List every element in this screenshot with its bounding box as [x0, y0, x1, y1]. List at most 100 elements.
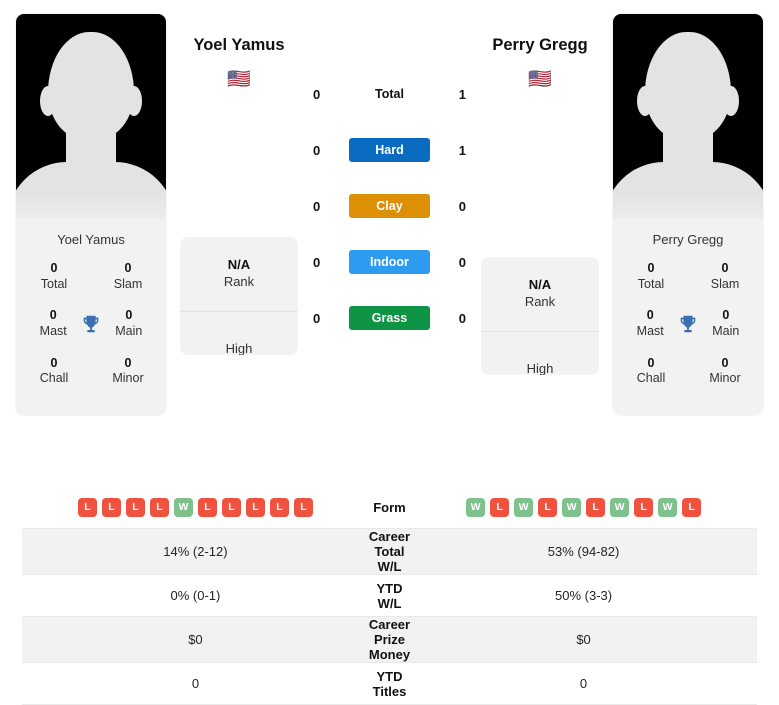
form-badge-loss: L: [125, 498, 145, 517]
info-rank: N/A Rank: [180, 237, 298, 312]
player-photo-caption-right: Perry Gregg: [613, 219, 763, 259]
info-high: High: [481, 332, 599, 375]
title-value: 0: [721, 355, 729, 370]
title-stat-mast: 0 Mast: [625, 308, 675, 339]
form-badge-loss: L: [682, 498, 702, 517]
form-badge-loss: L: [197, 498, 217, 517]
row-label: Form: [373, 500, 406, 515]
player-name-left: Yoel Yamus: [193, 36, 285, 54]
title-value: 0: [646, 308, 654, 323]
h2h-left-score: 0: [313, 198, 321, 214]
h2h-badge-clay[interactable]: Clay: [349, 194, 430, 218]
us-flag-icon: 🇺🇸: [227, 69, 251, 90]
table-row: 0 YTD Titles 0: [22, 662, 757, 705]
form-badge-win: W: [466, 498, 486, 517]
form-badge-win: W: [173, 498, 193, 517]
h2h-badge-grass[interactable]: Grass: [349, 306, 430, 330]
h2h-right-score: 0: [458, 310, 466, 326]
title-stat-slam: 0 Slam: [699, 261, 751, 292]
form-badge-loss: L: [101, 498, 121, 517]
form-badge-loss: L: [77, 498, 97, 517]
info-label: High: [526, 360, 554, 375]
title-stat-main: 0 Main: [104, 308, 154, 339]
form-cell-left: LLLLWLLLLL: [22, 487, 369, 529]
avatar-ear-right: [723, 86, 739, 116]
title-value: 0: [722, 308, 730, 323]
title-value: 0: [49, 308, 57, 323]
title-value: 0: [50, 261, 58, 275]
form-badges-right: WLWLWLWLWL: [410, 498, 757, 517]
title-stat-chall: 0 Chall: [28, 356, 80, 387]
form-badge-loss: L: [538, 498, 558, 517]
h2h-badge-hard[interactable]: Hard: [349, 138, 430, 162]
player-info-left: N/A Rank High 23 Age R Plays: [180, 237, 298, 355]
info-label: High: [225, 340, 253, 355]
player-card-left[interactable]: Yoel Yamus 0 Total 0 Slam 0 Mast 0 Main …: [16, 14, 166, 415]
title-stat-total: 0 Total: [625, 261, 677, 292]
trophy-icon: [675, 311, 700, 337]
title-label: Total: [40, 276, 68, 291]
titles-row: 0 Total 0 Slam: [22, 259, 160, 306]
h2h-row-clay: 0 Clay 0: [298, 178, 481, 234]
form-badge-loss: L: [634, 498, 654, 517]
title-value: 0: [125, 308, 133, 323]
title-label: Main: [712, 323, 740, 338]
h2h-row-grass: 0 Grass 0: [298, 290, 481, 346]
title-value: 0: [50, 355, 58, 370]
h2h-left-score: 0: [313, 254, 321, 270]
form-badge-loss: L: [269, 498, 289, 517]
h2h-row-total: 0 Total 1: [298, 66, 481, 122]
title-value: 0: [647, 261, 655, 275]
avatar-ear-left: [40, 86, 56, 116]
row-left-value: 0% (0-1): [170, 588, 221, 603]
player-name-col-left: Yoel Yamus 🇺🇸 N/A Rank High 23 Age R Pla…: [180, 8, 298, 355]
info-value: N/A: [528, 277, 552, 293]
h2h-left-score: 0: [313, 142, 321, 158]
table-row-form: LLLLWLLLLL Form WLWLWLWLWL: [22, 487, 757, 529]
title-stat-mast: 0 Mast: [28, 308, 78, 339]
form-badge-loss: L: [293, 498, 313, 517]
row-left-value: 0: [191, 676, 200, 691]
info-label: Rank: [223, 274, 255, 289]
form-badge-win: W: [610, 498, 630, 517]
form-badge-loss: L: [149, 498, 169, 517]
titles-row: 0 Chall 0 Minor: [619, 354, 757, 401]
title-stat-minor: 0 Minor: [699, 356, 751, 387]
h2h-left-score: 0: [313, 310, 321, 326]
player-name-col-right: Perry Gregg 🇺🇸 N/A Rank High 23 Age Play: [481, 8, 599, 375]
info-value: N/A: [227, 257, 251, 273]
player-info-right: N/A Rank High 23 Age Plays: [481, 257, 599, 375]
form-cell-right: WLWLWLWLWL: [410, 487, 757, 529]
form-badges-left: LLLLWLLLLL: [22, 498, 369, 517]
player-avatar-left: [16, 14, 166, 219]
info-label: Rank: [524, 294, 556, 309]
h2h-row-hard: 0 Hard 1: [298, 122, 481, 178]
title-label: Main: [115, 323, 143, 338]
title-label: Minor: [112, 371, 144, 386]
table-row: $0 Career Prize Money $0: [22, 616, 757, 663]
titles-row: 0 Mast 0 Main: [619, 306, 757, 353]
row-left-value: $0: [188, 632, 203, 647]
title-value: 0: [647, 355, 655, 370]
h2h-badge-indoor[interactable]: Indoor: [349, 250, 430, 274]
title-label: Minor: [709, 371, 741, 386]
titles-row: 0 Chall 0 Minor: [22, 354, 160, 401]
h2h-left-score: 0: [313, 86, 321, 102]
info-high: High: [180, 312, 298, 355]
player-avatar-right: [613, 14, 763, 219]
title-label: Mast: [39, 323, 67, 338]
title-label: Slam: [113, 276, 143, 291]
h2h-right-score: 0: [458, 198, 466, 214]
form-badge-loss: L: [221, 498, 241, 517]
h2h-surface-column: 0 Total 1 0 Hard 1 0 Clay 0 0 Indoor 0 0: [298, 8, 481, 346]
h2h-label-total: Total: [375, 87, 404, 101]
form-badge-win: W: [658, 498, 678, 517]
title-value: 0: [721, 261, 729, 275]
title-stat-minor: 0 Minor: [102, 356, 154, 387]
h2h-right-score: 1: [458, 142, 466, 158]
comparison-stats-table: LLLLWLLLLL Form WLWLWLWLWL 14% (2-12) Ca…: [22, 487, 757, 705]
player-card-right[interactable]: Perry Gregg 0 Total 0 Slam 0 Mast 0 Main…: [613, 14, 763, 415]
avatar-ear-right: [126, 86, 142, 116]
row-label: Career Total W/L: [368, 529, 411, 574]
player-photo-caption-left: Yoel Yamus: [16, 219, 166, 259]
